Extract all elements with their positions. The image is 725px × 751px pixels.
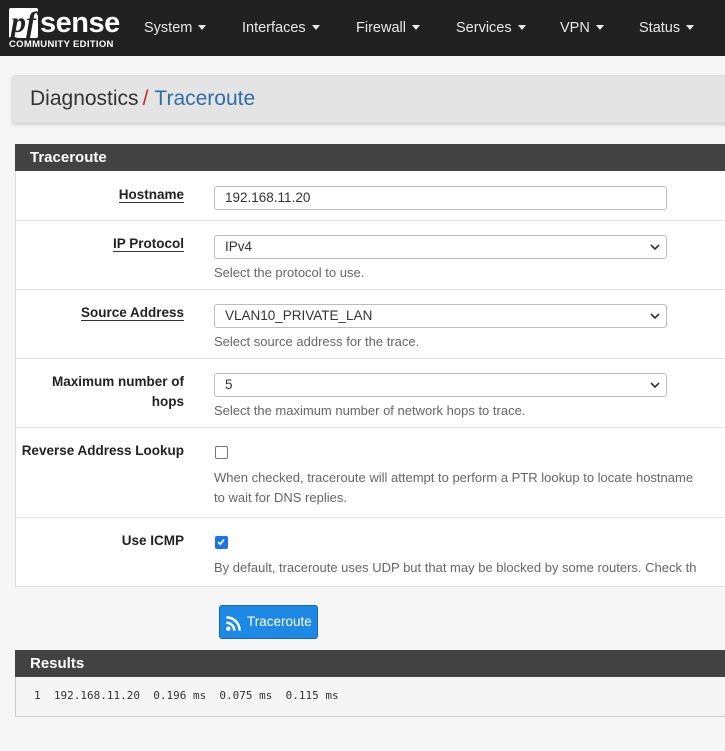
- logo-edition: COMMUNITY EDITION: [9, 39, 114, 50]
- nav-services-menu[interactable]: Services: [456, 0, 526, 56]
- hostname-label: Hostname: [118, 187, 184, 203]
- ip-protocol-row: IP Protocol IPv4 Select the protocol to …: [16, 221, 725, 290]
- breadcrumb-current[interactable]: Traceroute: [154, 87, 255, 110]
- nav-status-menu[interactable]: Status: [639, 0, 695, 56]
- hostname-input[interactable]: 192.168.11.20: [214, 186, 667, 210]
- nav-vpn-label: VPN: [560, 20, 590, 36]
- use-icmp-row: Use ICMP By default, traceroute uses UDP…: [16, 518, 725, 587]
- max-hops-label-line1: Maximum number of: [51, 374, 184, 389]
- breadcrumb: Diagnostics / Traceroute: [12, 75, 725, 123]
- ip-protocol-value: IPv4: [225, 239, 253, 254]
- hostname-row: Hostname 192.168.11.20: [16, 171, 725, 221]
- logo-wordmark: pf sense: [9, 6, 120, 38]
- nav-interfaces-menu[interactable]: Interfaces: [242, 0, 320, 56]
- max-hops-label-line2: hops: [151, 394, 184, 409]
- nav-services-label: Services: [456, 20, 512, 36]
- rss-feed-icon: [226, 616, 241, 631]
- source-address-help: Select source address for the trace.: [214, 334, 420, 349]
- caret-down-icon: [198, 24, 207, 30]
- logo-sense: sense: [40, 7, 120, 39]
- traceroute-form: Hostname 192.168.11.20 IP Protocol IPv4 …: [15, 171, 725, 587]
- caret-down-icon: [595, 24, 604, 30]
- caret-down-icon: [411, 24, 420, 30]
- nav-status-label: Status: [639, 20, 681, 36]
- ip-protocol-help: Select the protocol to use.: [214, 265, 365, 280]
- reverse-lookup-help-line2: to wait for DNS replies.: [214, 490, 347, 505]
- ip-protocol-label: IP Protocol: [112, 236, 184, 252]
- results-panel-heading: Results: [15, 650, 725, 677]
- caret-down-icon: [311, 24, 320, 30]
- max-hops-select[interactable]: 5: [214, 373, 667, 397]
- breadcrumb-separator: /: [142, 87, 149, 110]
- nav-vpn-menu[interactable]: VPN: [560, 0, 604, 56]
- traceroute-button[interactable]: Traceroute: [219, 605, 318, 639]
- reverse-lookup-checkbox[interactable]: [215, 446, 228, 459]
- max-hops-help: Select the maximum number of network hop…: [214, 403, 526, 418]
- nav-firewall-label: Firewall: [356, 20, 406, 36]
- use-icmp-label: Use ICMP: [121, 533, 184, 548]
- source-address-label: Source Address: [80, 305, 184, 321]
- reverse-lookup-help-line1: When checked, traceroute will attempt to…: [214, 470, 694, 485]
- source-address-row: Source Address VLAN10_PRIVATE_LAN Select…: [16, 290, 725, 359]
- nav-interfaces-label: Interfaces: [242, 20, 306, 36]
- nav-firewall-menu[interactable]: Firewall: [356, 0, 420, 56]
- caret-down-icon: [517, 24, 526, 30]
- use-icmp-help: By default, traceroute uses UDP but that…: [214, 560, 697, 575]
- ip-protocol-select[interactable]: IPv4: [214, 235, 667, 259]
- reverse-lookup-row: Reverse Address Lookup When checked, tra…: [16, 428, 725, 518]
- use-icmp-checkbox[interactable]: [215, 536, 228, 549]
- nav-system-menu[interactable]: System: [144, 0, 207, 56]
- chevron-down-icon: [650, 382, 660, 389]
- nav-system-label: System: [144, 20, 193, 36]
- results-output-box: 1 192.168.11.20 0.196 ms 0.075 ms 0.115 …: [15, 677, 725, 717]
- checkmark-icon: [217, 539, 225, 546]
- breadcrumb-parent[interactable]: Diagnostics: [30, 87, 139, 110]
- source-address-select[interactable]: VLAN10_PRIVATE_LAN: [214, 304, 667, 328]
- logo-pf: pf: [9, 6, 38, 39]
- max-hops-value: 5: [225, 377, 233, 392]
- max-hops-label: Maximum number of hops: [16, 372, 184, 412]
- traceroute-button-label: Traceroute: [247, 614, 312, 629]
- page-title: Diagnostics / Traceroute: [30, 87, 255, 111]
- traceroute-panel-heading: Traceroute: [15, 144, 725, 171]
- results-output: 1 192.168.11.20 0.196 ms 0.075 ms 0.115 …: [34, 689, 339, 702]
- top-navbar: pf sense COMMUNITY EDITION System Interf…: [0, 0, 725, 56]
- max-hops-row: Maximum number of hops 5 Select the maxi…: [16, 359, 725, 428]
- pfsense-logo[interactable]: pf sense COMMUNITY EDITION: [9, 6, 120, 52]
- chevron-down-icon: [650, 313, 660, 320]
- caret-down-icon: [686, 24, 695, 30]
- source-address-value: VLAN10_PRIVATE_LAN: [225, 308, 373, 323]
- reverse-lookup-label: Reverse Address Lookup: [21, 443, 184, 458]
- chevron-down-icon: [650, 244, 660, 251]
